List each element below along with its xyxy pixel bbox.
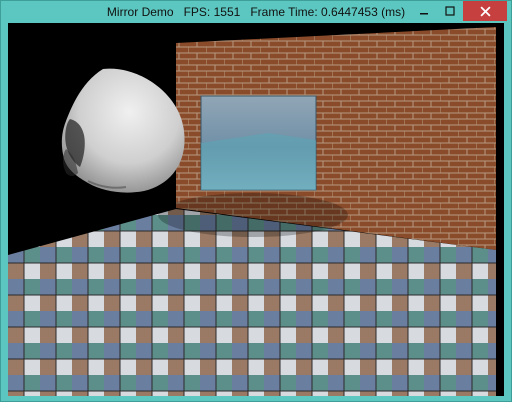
minimize-icon <box>420 13 428 15</box>
title-bar[interactable]: Mirror Demo FPS: 1551 Frame Time: 0.6447… <box>1 1 511 23</box>
app-window: Mirror Demo FPS: 1551 Frame Time: 0.6447… <box>0 0 512 402</box>
scene-canvas[interactable] <box>8 23 504 396</box>
title-frame-label: Frame Time: <box>250 5 318 19</box>
title-fps-label: FPS: <box>183 5 211 19</box>
title-fps-value: 1551 <box>213 5 241 19</box>
title-frame-value: 0.6447453 <box>321 5 378 19</box>
maximize-button[interactable] <box>437 1 463 21</box>
window-controls <box>411 1 507 21</box>
close-icon <box>479 5 491 17</box>
title-frame-unit: (ms) <box>381 5 406 19</box>
skull-shadow <box>158 193 348 237</box>
title-app: Mirror Demo <box>106 5 174 19</box>
minimize-button[interactable] <box>411 1 437 21</box>
render-viewport[interactable] <box>8 23 504 396</box>
mirror-reflection-floor <box>201 133 316 190</box>
close-button[interactable] <box>463 1 507 21</box>
maximize-icon <box>445 6 455 16</box>
